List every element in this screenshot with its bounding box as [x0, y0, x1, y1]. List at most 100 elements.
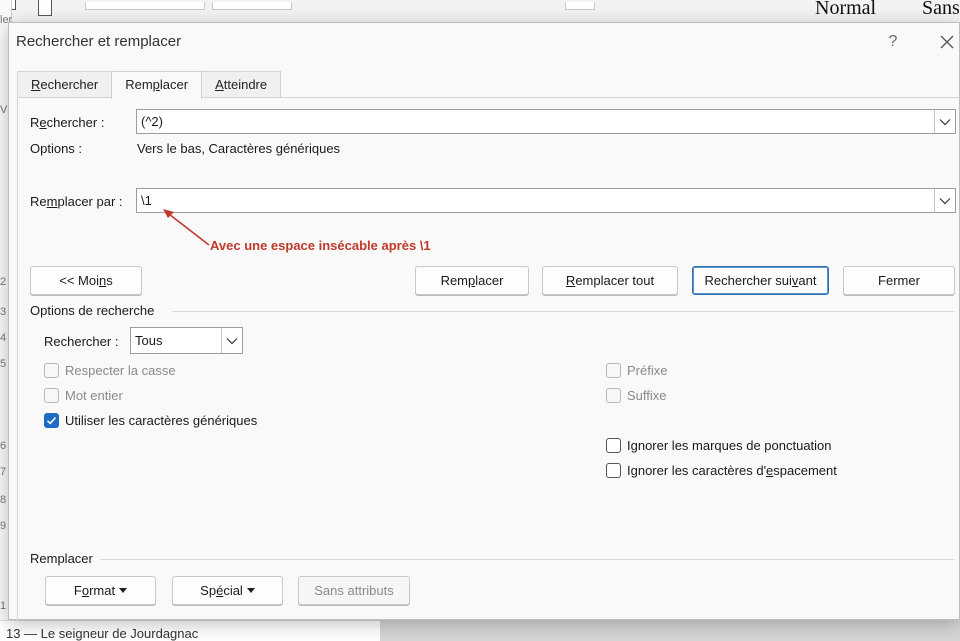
- label-part: Utiliser les caractères: [65, 412, 193, 428]
- tab-rechercher[interactable]: Rechercher: [17, 71, 113, 98]
- close-button[interactable]: Fermer: [843, 266, 955, 295]
- checkbox-box: [44, 362, 59, 378]
- no-formatting-button[interactable]: Sans attributs: [298, 576, 410, 605]
- search-options-title: Options de recherche: [30, 303, 155, 318]
- button-access-key: R: [565, 273, 576, 288]
- button-text: emplacer tout: [575, 273, 655, 288]
- close-icon[interactable]: [934, 29, 960, 55]
- suffix-checkbox[interactable]: Suffixe: [606, 386, 667, 404]
- dialog-tabs: Rechercher Remplacer Atteindre: [17, 71, 282, 99]
- side-glyph: 6: [0, 440, 7, 452]
- label-part: R: [30, 115, 40, 130]
- button-text: lacer: [475, 273, 504, 288]
- direction-select-value: Tous: [135, 333, 163, 348]
- replace-section-title: Remplacer: [30, 551, 93, 566]
- whole-word-checkbox[interactable]: Mot entier: [44, 386, 123, 404]
- nav-heading-item[interactable]: 13 — Le seigneur de Jourdagnac: [0, 620, 380, 641]
- side-glyph: 2: [0, 276, 7, 288]
- match-case-checkbox[interactable]: Respecter la casse: [44, 361, 176, 379]
- wildcards-checkbox[interactable]: Utiliser les caractères génériques: [44, 411, 257, 429]
- ribbon-align-button: [565, 2, 595, 10]
- button-text: ant: [798, 273, 817, 288]
- section-divider: [172, 311, 954, 312]
- label-part: spacement: [773, 462, 837, 478]
- label-part: Rechercher: [44, 334, 112, 349]
- help-button[interactable]: ?: [881, 31, 905, 53]
- button-text: Rem: [440, 273, 469, 288]
- side-glyph: 8: [0, 494, 7, 506]
- chevron-down-icon[interactable]: [934, 110, 955, 133]
- replace-all-button[interactable]: Remplacer tout: [542, 266, 678, 295]
- direction-select[interactable]: Tous: [130, 327, 243, 354]
- tab-access-key: R: [31, 77, 41, 92]
- options-label: Options :: [30, 141, 83, 156]
- find-next-button[interactable]: Rechercher suivant: [692, 266, 829, 295]
- dialog-titlebar[interactable]: Rechercher et remplacer ?: [9, 23, 959, 61]
- style-normal[interactable]: Normal: [815, 0, 876, 20]
- checkbox-box: [606, 362, 621, 378]
- prefix-checkbox[interactable]: Préfixe: [606, 361, 667, 379]
- side-glyph: V: [0, 104, 8, 116]
- find-label: Rechercher :: [30, 115, 104, 130]
- button-text: rmat: [89, 583, 116, 598]
- button-access-key: o: [81, 583, 90, 598]
- label-access-key: e: [39, 115, 47, 130]
- style-sans[interactable]: Sans: [922, 0, 960, 20]
- tab-remplacer[interactable]: Remplacer: [111, 71, 203, 99]
- checkbox-box: [606, 387, 621, 403]
- find-replace-dialog: Rechercher et remplacer ? Rechercher Rem…: [8, 22, 960, 621]
- format-button[interactable]: Format: [45, 576, 156, 605]
- label-part: chercher :: [46, 115, 105, 130]
- replace-button[interactable]: Remplacer: [415, 266, 529, 295]
- checkbox-box: [606, 437, 621, 453]
- ignore-punctuation-checkbox[interactable]: Ignorer les marques de ponctuation: [606, 436, 832, 454]
- label-part: placer par :: [57, 194, 123, 209]
- label-part: Ignorer les caractères d': [627, 462, 767, 478]
- checkbox-box: [44, 412, 59, 428]
- options-value: Vers le bas, Caractères génériques: [137, 141, 341, 156]
- checkbox-label: Préfixe: [627, 362, 668, 378]
- chevron-down-icon[interactable]: [221, 328, 242, 353]
- tab-label-rest: lacer: [159, 77, 189, 92]
- button-text: s: [106, 273, 113, 288]
- label-part: Re: [30, 194, 47, 209]
- replace-input[interactable]: \1: [136, 188, 956, 213]
- find-input[interactable]: (^2): [136, 109, 956, 134]
- label-part: énériques: [200, 412, 258, 428]
- tab-label-rest: tteindre: [223, 77, 268, 92]
- tab-panel: [17, 97, 960, 621]
- replace-input-value: \1: [141, 193, 152, 208]
- checkbox-label: Respecter la casse: [65, 362, 176, 378]
- button-text: << Moi: [59, 273, 99, 288]
- label-part: :: [111, 334, 119, 349]
- checkbox-box: [44, 387, 59, 403]
- replace-label: Remplacer par :: [30, 194, 123, 209]
- label-access-key: m: [46, 194, 58, 209]
- tab-label-rest: Rem: [125, 77, 153, 92]
- tab-access-key: A: [215, 77, 224, 92]
- document-icon: [38, 0, 52, 16]
- annotation-text: Avec une espace insécable après \1: [210, 238, 431, 253]
- dialog-title: Rechercher et remplacer: [16, 33, 182, 50]
- ignore-whitespace-checkbox[interactable]: Ignorer les caractères d'espacement: [606, 461, 837, 479]
- button-text: cial: [223, 583, 243, 598]
- checkbox-box: [606, 462, 621, 478]
- button-text: Rechercher sui: [704, 273, 792, 288]
- caret-down-icon: [119, 588, 128, 594]
- checkbox-label: Suffixe: [627, 387, 667, 403]
- checkmark-icon: [46, 416, 57, 425]
- ribbon-size-box: [212, 2, 292, 10]
- special-button[interactable]: Spécial: [172, 576, 283, 605]
- tab-label-rest: echercher: [40, 77, 99, 92]
- button-text: Sp: [200, 583, 217, 598]
- tab-atteindre[interactable]: Atteindre: [201, 71, 282, 98]
- side-glyph: 3: [0, 306, 7, 318]
- side-glyph: 5: [0, 358, 7, 370]
- caret-down-icon: [246, 588, 255, 594]
- button-text: F: [73, 583, 82, 598]
- chevron-down-icon[interactable]: [934, 189, 955, 212]
- section-divider: [100, 559, 954, 560]
- direction-label: Rechercher :: [44, 334, 118, 349]
- less-button[interactable]: << Moins: [30, 266, 142, 295]
- ribbon-font-box: [85, 2, 205, 10]
